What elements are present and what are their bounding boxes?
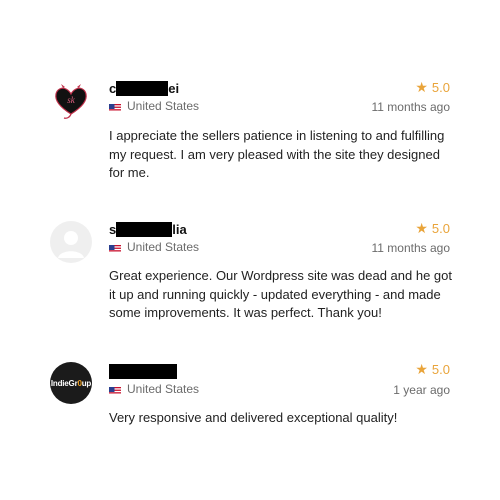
reviewer-avatar[interactable]: IndieGr0up — [50, 362, 92, 404]
reviewer-name-suffix: lia — [172, 221, 187, 237]
review-time: 11 months ago — [371, 100, 451, 114]
us-flag-icon — [109, 385, 121, 394]
rating: ★ 5.0 — [415, 361, 450, 378]
review-text: I appreciate the sellers patience in lis… — [109, 128, 445, 180]
name-redaction — [116, 80, 169, 96]
us-flag-icon — [109, 102, 121, 111]
rating: ★ 5.0 — [415, 79, 450, 96]
reviewer-name-suffix: ei — [168, 80, 180, 96]
rating-value: 5.0 — [431, 362, 450, 377]
default-user-icon — [58, 231, 84, 258]
reviewer-name[interactable]: c ei — [109, 80, 179, 96]
reviewer-name[interactable]: s lia — [109, 221, 187, 237]
indie-group-logo-icon: IndieGr0up — [51, 379, 91, 388]
country-label: United States — [127, 382, 200, 396]
reviewer-name-prefix: c — [109, 80, 117, 96]
name-redaction — [116, 221, 173, 237]
reviewer-name-prefix: s — [109, 221, 117, 237]
country-label: United States — [127, 99, 200, 113]
svg-text:sk: sk — [67, 95, 76, 105]
star-icon: ★ — [415, 361, 428, 377]
review-time: 11 months ago — [371, 241, 451, 255]
rating: ★ 5.0 — [415, 220, 450, 237]
review-time: 1 year ago — [393, 383, 450, 397]
reviewer-avatar[interactable] — [50, 221, 92, 263]
name-redaction — [109, 363, 177, 379]
rating-value: 5.0 — [431, 80, 450, 95]
reviewer-country: United States — [109, 240, 199, 254]
rating-value: 5.0 — [431, 221, 450, 236]
heart-logo-icon: sk — [55, 84, 87, 119]
logo-text-main: IndieGr — [50, 378, 78, 388]
logo-text-tail: up — [81, 378, 92, 388]
star-icon: ★ — [415, 220, 428, 236]
reviewer-country: United States — [109, 382, 199, 396]
country-label: United States — [127, 240, 200, 254]
star-icon: ★ — [415, 79, 428, 95]
reviewer-avatar[interactable]: sk — [50, 80, 92, 122]
reviewer-country: United States — [109, 99, 199, 113]
reviewer-name[interactable] — [109, 363, 177, 379]
review-text: Very responsive and delivered exceptiona… — [109, 410, 398, 425]
review-text: Great experience. Our Wordpress site was… — [109, 268, 453, 320]
us-flag-icon — [109, 243, 121, 252]
